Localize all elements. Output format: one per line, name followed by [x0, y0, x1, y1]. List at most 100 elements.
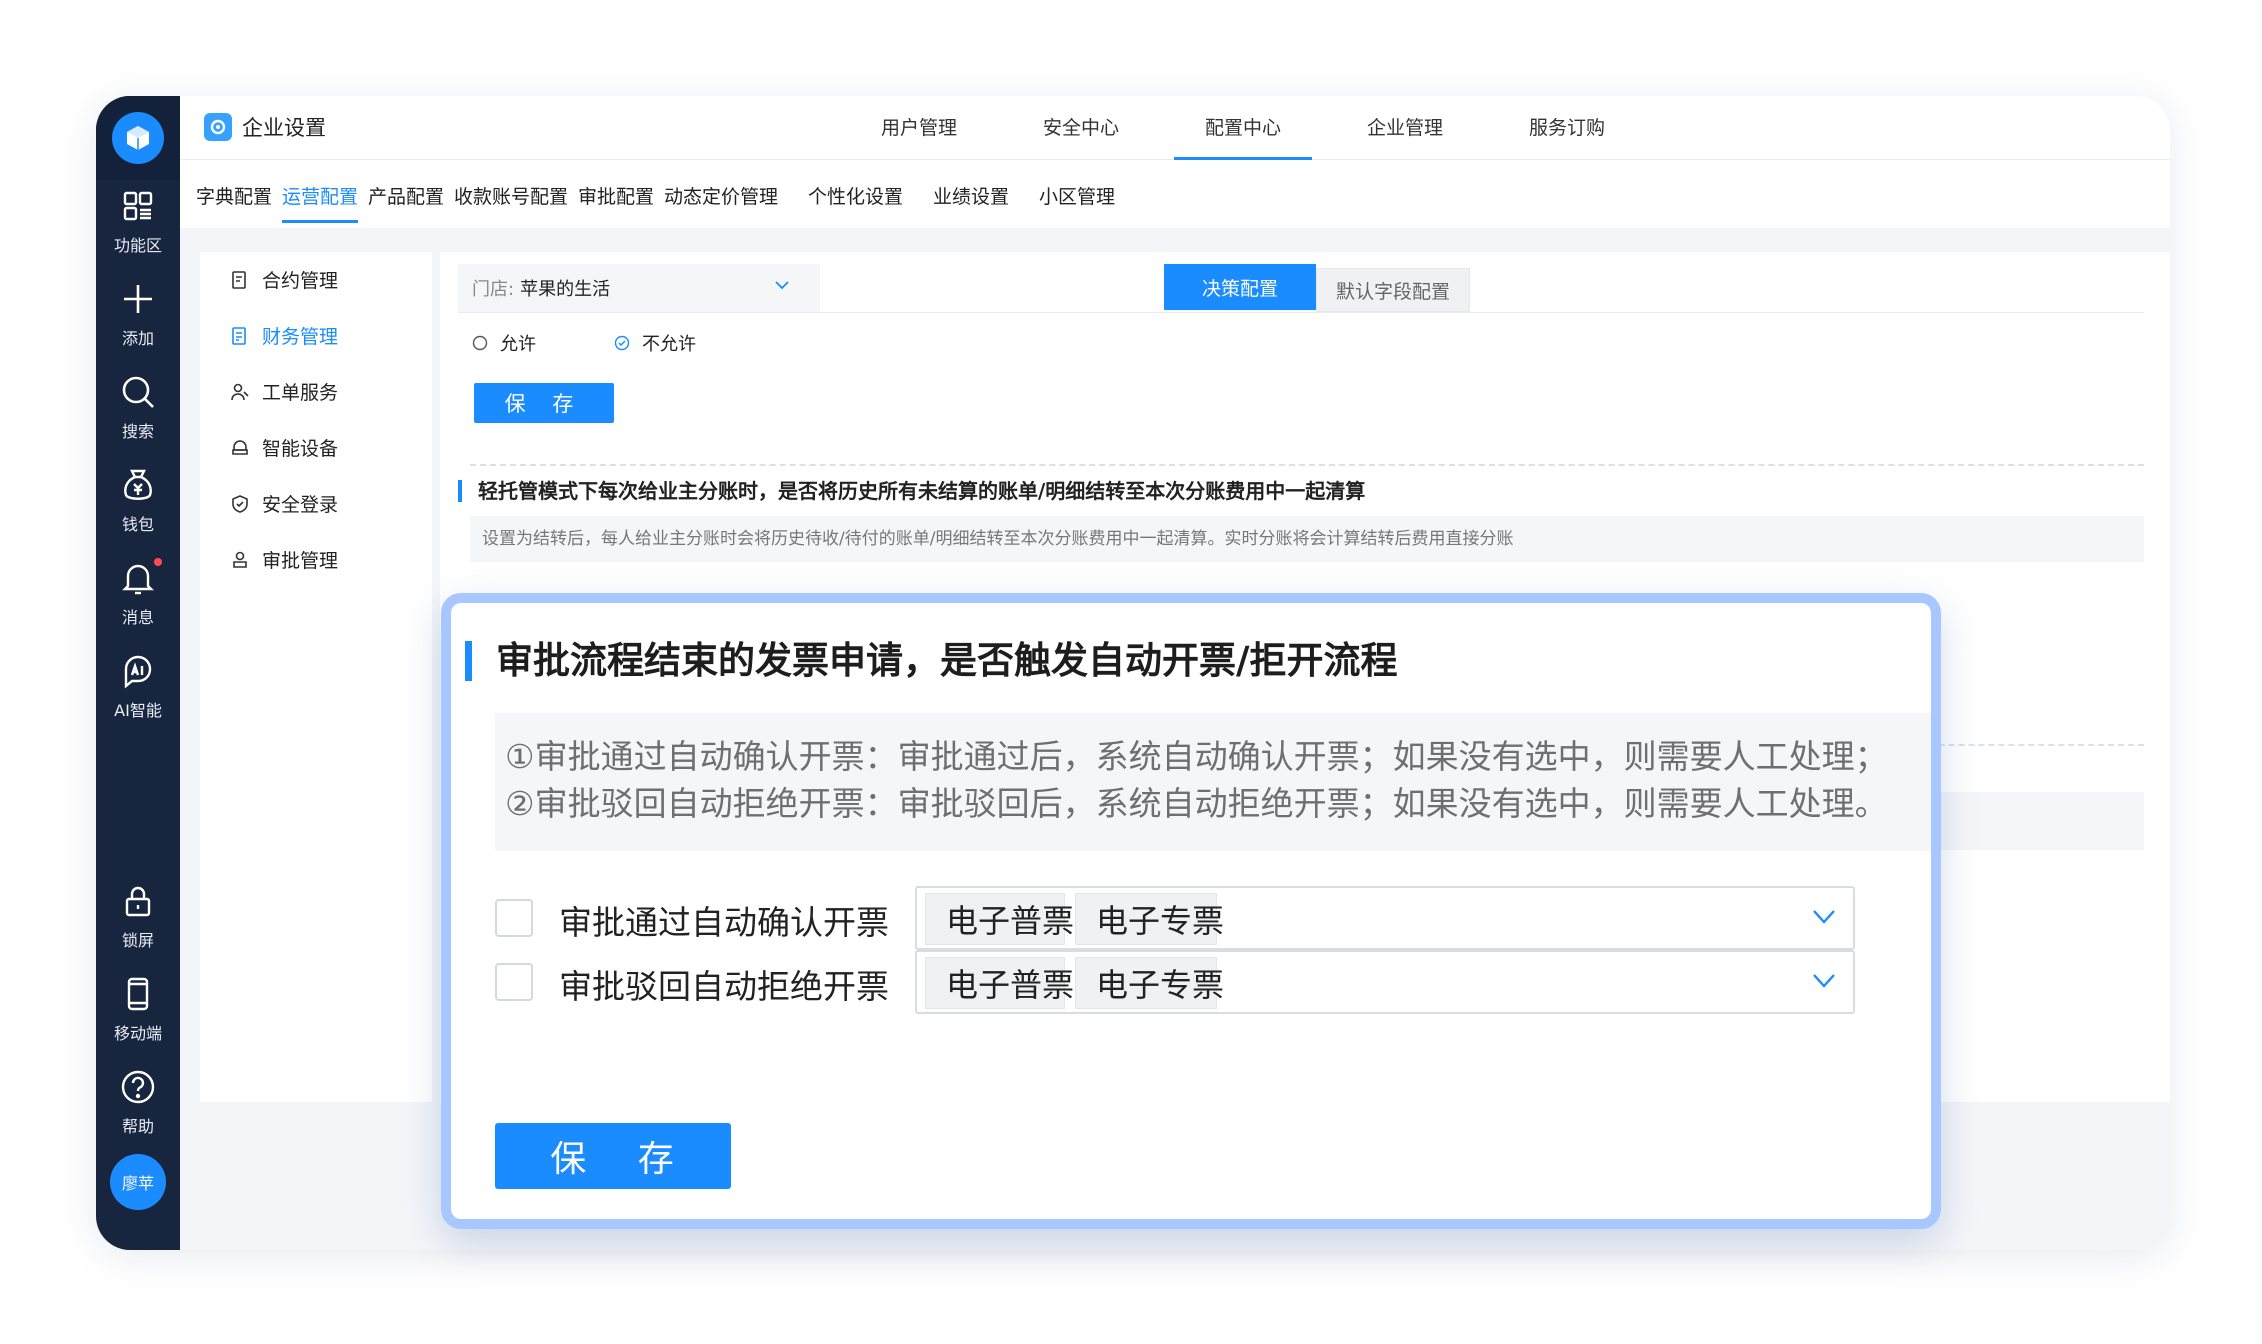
bell-icon: [122, 564, 154, 595]
sidebar-item-label: 消息: [121, 608, 154, 627]
card-save-button[interactable]: 保 存: [495, 1123, 731, 1189]
auto-confirm-label: 审批通过自动确认开票: [559, 903, 889, 942]
sidebar-item-help[interactable]: 帮助: [96, 1067, 180, 1147]
sidebar: 功能区 添加 搜索 钱包 消息 AI智能 锁屏 移动端 帮助 廖苹: [96, 96, 180, 1250]
auto-reject-label: 审批驳回自动拒绝开票: [559, 967, 889, 1006]
invoice-approval-card: 审批流程结束的发票申请，是否触发自动开票/拒开流程 ①审批通过自动确认开票：审批…: [441, 593, 1941, 1229]
subtab-community[interactable]: 小区管理: [1039, 182, 1115, 209]
radio-allow-label: 允许: [500, 334, 536, 355]
cube-icon: [127, 126, 149, 150]
lock-icon: [125, 886, 151, 917]
subtab-dictionary[interactable]: 字典配置: [196, 182, 272, 209]
sidebar-item-add[interactable]: 添加: [96, 279, 180, 359]
avatar[interactable]: 廖苹: [110, 1154, 166, 1210]
invoice-type-tag: 电子普票: [925, 893, 1074, 945]
submenu-item-label: 安全登录: [262, 494, 339, 516]
sub-navigation: 字典配置 运营配置 产品配置 收款账号配置 审批配置 动态定价管理 个性化设置 …: [180, 160, 2170, 228]
store-value: 苹果的生活: [520, 279, 611, 300]
submenu-item-secure-login[interactable]: 安全登录: [230, 490, 338, 517]
submenu-item-label: 工单服务: [262, 382, 339, 404]
tag-label: 电子普票: [946, 902, 1075, 940]
tag-label: 电子专票: [1096, 966, 1225, 1004]
submenu-item-device[interactable]: 智能设备: [230, 434, 338, 461]
radio-disallow-label: 不允许: [642, 334, 696, 355]
sidebar-item-workspace[interactable]: 功能区: [96, 186, 180, 266]
invoice-type-tag: 电子普票: [925, 957, 1074, 1009]
subtab-operations[interactable]: 运营配置: [282, 182, 359, 223]
tab-service-subscription[interactable]: 服务订购: [1512, 96, 1622, 160]
card-description: ①审批通过自动确认开票：审批通过后，系统自动确认开票；如果没有选中，则需要人工处…: [495, 713, 1931, 851]
tab-user-management[interactable]: 用户管理: [864, 96, 974, 160]
submenu-item-label: 审批管理: [262, 550, 339, 572]
subtab-performance[interactable]: 业绩设置: [933, 182, 1009, 209]
sidebar-item-search[interactable]: 搜索: [96, 372, 180, 452]
page-title: 企业设置: [204, 112, 326, 142]
radio-empty-icon: [472, 335, 488, 351]
sidebar-item-label: 功能区: [113, 236, 162, 255]
subtab-product[interactable]: 产品配置: [368, 182, 444, 209]
radio-allow[interactable]: 允许: [472, 330, 536, 356]
section-divider: [470, 464, 2144, 466]
invoice-type-select[interactable]: 电子普票 电子专票: [915, 950, 1855, 1014]
tab-config-center[interactable]: 配置中心: [1174, 96, 1312, 160]
device-icon: [232, 439, 248, 455]
grid-icon: [123, 191, 153, 221]
finance-icon: [232, 326, 246, 345]
sidebar-item-ai[interactable]: AI智能: [96, 651, 180, 731]
app-logo[interactable]: [112, 112, 164, 164]
auto-reject-checkbox[interactable]: [495, 963, 533, 1001]
radio-checked-icon: [614, 335, 630, 351]
save-button[interactable]: 保 存: [474, 383, 614, 423]
subtab-personalization[interactable]: 个性化设置: [808, 182, 903, 209]
tag-label: 电子普票: [946, 966, 1075, 1004]
store-select[interactable]: 门店: 苹果的生活: [458, 264, 820, 312]
ai-icon: [124, 655, 152, 689]
workorder-icon: [231, 383, 249, 400]
submenu-item-approval[interactable]: 审批管理: [230, 546, 338, 573]
sidebar-item-label: 钱包: [121, 515, 154, 534]
question-title: 轻托管模式下每次给业主分账时，是否将历史所有未结算的账单/明细结转至本次分账费用…: [458, 480, 1365, 502]
settings-submenu: 合约管理 财务管理 工单服务 智能设备 安全登录 审批管理: [200, 252, 432, 1102]
search-icon: [122, 376, 154, 408]
chevron-down-icon: [775, 281, 789, 290]
invoice-type-tag: 电子专票: [1075, 893, 1224, 945]
radio-disallow[interactable]: 不允许: [614, 330, 696, 356]
sidebar-item-label: AI智能: [114, 701, 162, 720]
auto-confirm-checkbox[interactable]: [495, 899, 533, 937]
submenu-item-workorder[interactable]: 工单服务: [230, 378, 338, 405]
submenu-item-contract[interactable]: 合约管理: [230, 266, 338, 293]
segment-divider: [458, 312, 2144, 313]
tab-enterprise-management[interactable]: 企业管理: [1350, 96, 1460, 160]
invoice-type-select[interactable]: 电子普票 电子专票: [915, 886, 1855, 950]
notification-dot: [154, 558, 162, 566]
description-line: ①审批通过自动确认开票：审批通过后，系统自动确认开票；如果没有选中，则需要人工处…: [505, 737, 1888, 776]
sidebar-item-lock[interactable]: 锁屏: [96, 881, 180, 961]
chevron-down-icon[interactable]: [1811, 908, 1837, 926]
tab-security-center[interactable]: 安全中心: [1026, 96, 1136, 160]
approval-icon: [233, 551, 247, 568]
submenu-item-label: 合约管理: [262, 270, 339, 292]
sidebar-item-label: 添加: [121, 329, 154, 348]
plus-icon: [124, 285, 152, 313]
segment-decision-config[interactable]: 决策配置: [1164, 264, 1316, 310]
sidebar-item-label: 帮助: [121, 1117, 154, 1136]
wallet-icon: [124, 469, 152, 500]
settings-icon: [204, 113, 232, 141]
submenu-item-label: 智能设备: [262, 438, 339, 460]
sidebar-item-messages[interactable]: 消息: [96, 558, 180, 638]
subtab-approval[interactable]: 审批配置: [578, 182, 654, 209]
mobile-icon: [127, 977, 149, 1011]
top-header: 企业设置 用户管理 安全中心 配置中心 企业管理 服务订购: [180, 96, 2170, 160]
subtab-dynamic-pricing[interactable]: 动态定价管理: [664, 182, 778, 209]
sidebar-item-mobile[interactable]: 移动端: [96, 974, 180, 1054]
card-title: 审批流程结束的发票申请，是否触发自动开票/拒开流程: [465, 641, 1398, 681]
sidebar-item-label: 锁屏: [121, 931, 154, 950]
segment-default-fields[interactable]: 默认字段配置: [1316, 268, 1470, 312]
sidebar-item-wallet[interactable]: 钱包: [96, 465, 180, 545]
store-label: 门店:: [472, 279, 515, 300]
subtab-payment-account[interactable]: 收款账号配置: [454, 182, 568, 209]
chevron-down-icon[interactable]: [1811, 972, 1837, 990]
auto-confirm-row: 审批通过自动确认开票 电子普票 电子专票: [495, 886, 1895, 950]
submenu-item-finance[interactable]: 财务管理: [230, 322, 338, 349]
submenu-item-label: 财务管理: [262, 326, 339, 348]
